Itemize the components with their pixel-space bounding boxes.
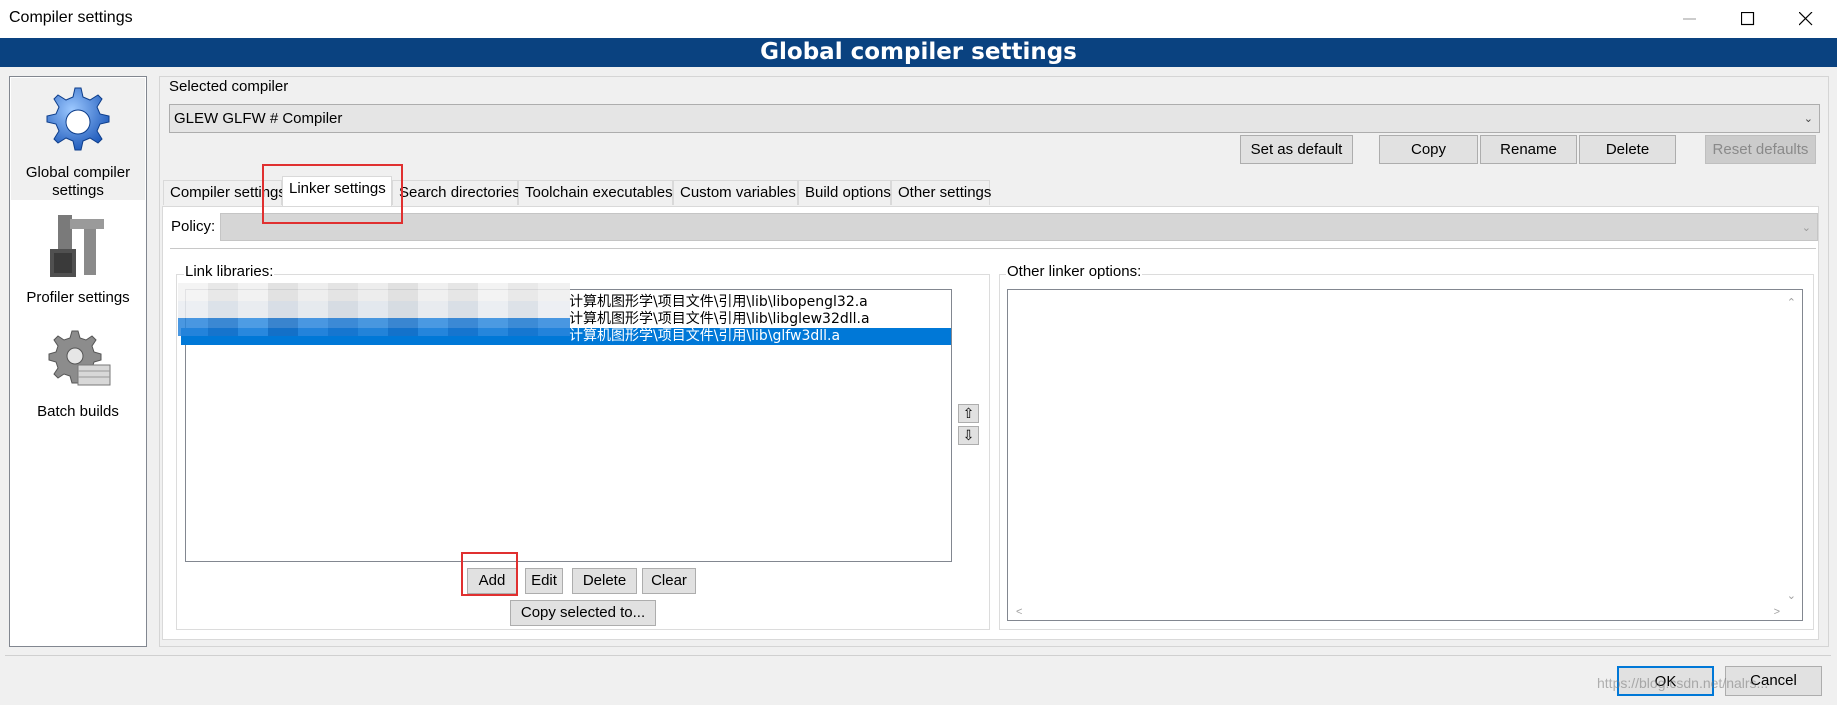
tab-build-options[interactable]: Build options xyxy=(798,180,891,205)
link-libraries-label: Link libraries: xyxy=(184,263,275,280)
delete-compiler-button[interactable]: Delete xyxy=(1579,135,1676,164)
move-up-button[interactable]: ⇧ xyxy=(958,404,979,423)
gear-stack-icon xyxy=(48,330,111,386)
scroll-left-icon[interactable]: < xyxy=(1016,606,1022,618)
gear-icon xyxy=(46,87,110,151)
copy-button[interactable]: Copy xyxy=(1379,135,1478,164)
tab-other-settings[interactable]: Other settings xyxy=(891,180,991,205)
scroll-right-icon[interactable]: > xyxy=(1774,606,1780,618)
sidebar: Global compiler settings Profiler settin… xyxy=(9,76,147,647)
scroll-down-icon[interactable]: ⌄ xyxy=(1787,589,1796,602)
close-button[interactable] xyxy=(1777,0,1835,38)
chevron-down-icon: ⌄ xyxy=(1803,113,1813,125)
other-linker-options-textarea[interactable]: ⌃ ⌄ < > xyxy=(1007,289,1803,621)
reset-defaults-button[interactable]: Reset defaults xyxy=(1705,135,1816,164)
sidebar-item-label: Profiler settings xyxy=(26,289,130,306)
tab-compiler-settings[interactable]: Compiler settings xyxy=(163,180,286,205)
move-down-button[interactable]: ⇩ xyxy=(958,426,979,445)
copy-selected-to-button[interactable]: Copy selected to... xyxy=(510,600,656,626)
maximize-button[interactable] xyxy=(1719,0,1777,38)
list-item[interactable]: 计算机图形学\项目文件\引用\lib\libglew32dll.a xyxy=(569,311,870,328)
sidebar-item-batch-builds[interactable]: Batch builds xyxy=(11,317,145,427)
selected-compiler-label: Selected compiler xyxy=(169,78,289,95)
set-as-default-button[interactable]: Set as default xyxy=(1240,135,1353,164)
edit-library-button[interactable]: Edit xyxy=(525,568,563,594)
close-icon xyxy=(1799,12,1813,26)
tab-toolchain-executables[interactable]: Toolchain executables xyxy=(518,180,673,205)
compiler-select[interactable]: GLEW GLFW # Compiler ⌄ xyxy=(169,104,1820,133)
divider xyxy=(5,655,1831,656)
minimize-button[interactable] xyxy=(1661,0,1719,38)
sidebar-item-global-compiler[interactable]: Global compiler settings xyxy=(11,78,145,200)
compiler-select-value: GLEW GLFW # Compiler xyxy=(174,110,343,127)
scroll-up-icon[interactable]: ⌃ xyxy=(1787,296,1796,309)
sidebar-item-label: Batch builds xyxy=(37,403,119,420)
clear-libraries-button[interactable]: Clear xyxy=(642,568,696,594)
maximize-icon xyxy=(1741,12,1755,26)
other-linker-options-label: Other linker options: xyxy=(1006,263,1143,280)
sidebar-item-label: Global compiler settings xyxy=(25,164,131,199)
caliper-icon xyxy=(50,215,104,277)
tab-linker-settings[interactable]: Linker settings xyxy=(282,176,392,206)
arrow-down-icon: ⇩ xyxy=(962,427,975,443)
chevron-down-icon: ⌄ xyxy=(1801,222,1811,234)
tab-search-directories[interactable]: Search directories xyxy=(392,180,520,205)
list-item[interactable]: 计算机图形学\项目文件\引用\lib\libopengl32.a xyxy=(569,294,868,311)
policy-select[interactable]: ⌄ xyxy=(220,213,1818,241)
page-title: Global compiler settings xyxy=(0,38,1837,67)
minimize-icon xyxy=(1683,18,1696,20)
divider xyxy=(170,248,1816,249)
redacted-blur xyxy=(178,283,570,336)
watermark: https://blog.csdn.net/nalrs... xyxy=(1597,675,1769,691)
policy-label: Policy: xyxy=(171,218,216,235)
tab-custom-variables[interactable]: Custom variables xyxy=(673,180,798,205)
rename-button[interactable]: Rename xyxy=(1480,135,1577,164)
sidebar-item-profiler[interactable]: Profiler settings xyxy=(11,203,145,313)
delete-library-button[interactable]: Delete xyxy=(572,568,637,594)
arrow-up-icon: ⇧ xyxy=(962,405,975,421)
title-bar: Compiler settings xyxy=(0,0,1837,38)
window-title: Compiler settings xyxy=(9,9,133,26)
add-library-button[interactable]: Add xyxy=(467,568,517,594)
